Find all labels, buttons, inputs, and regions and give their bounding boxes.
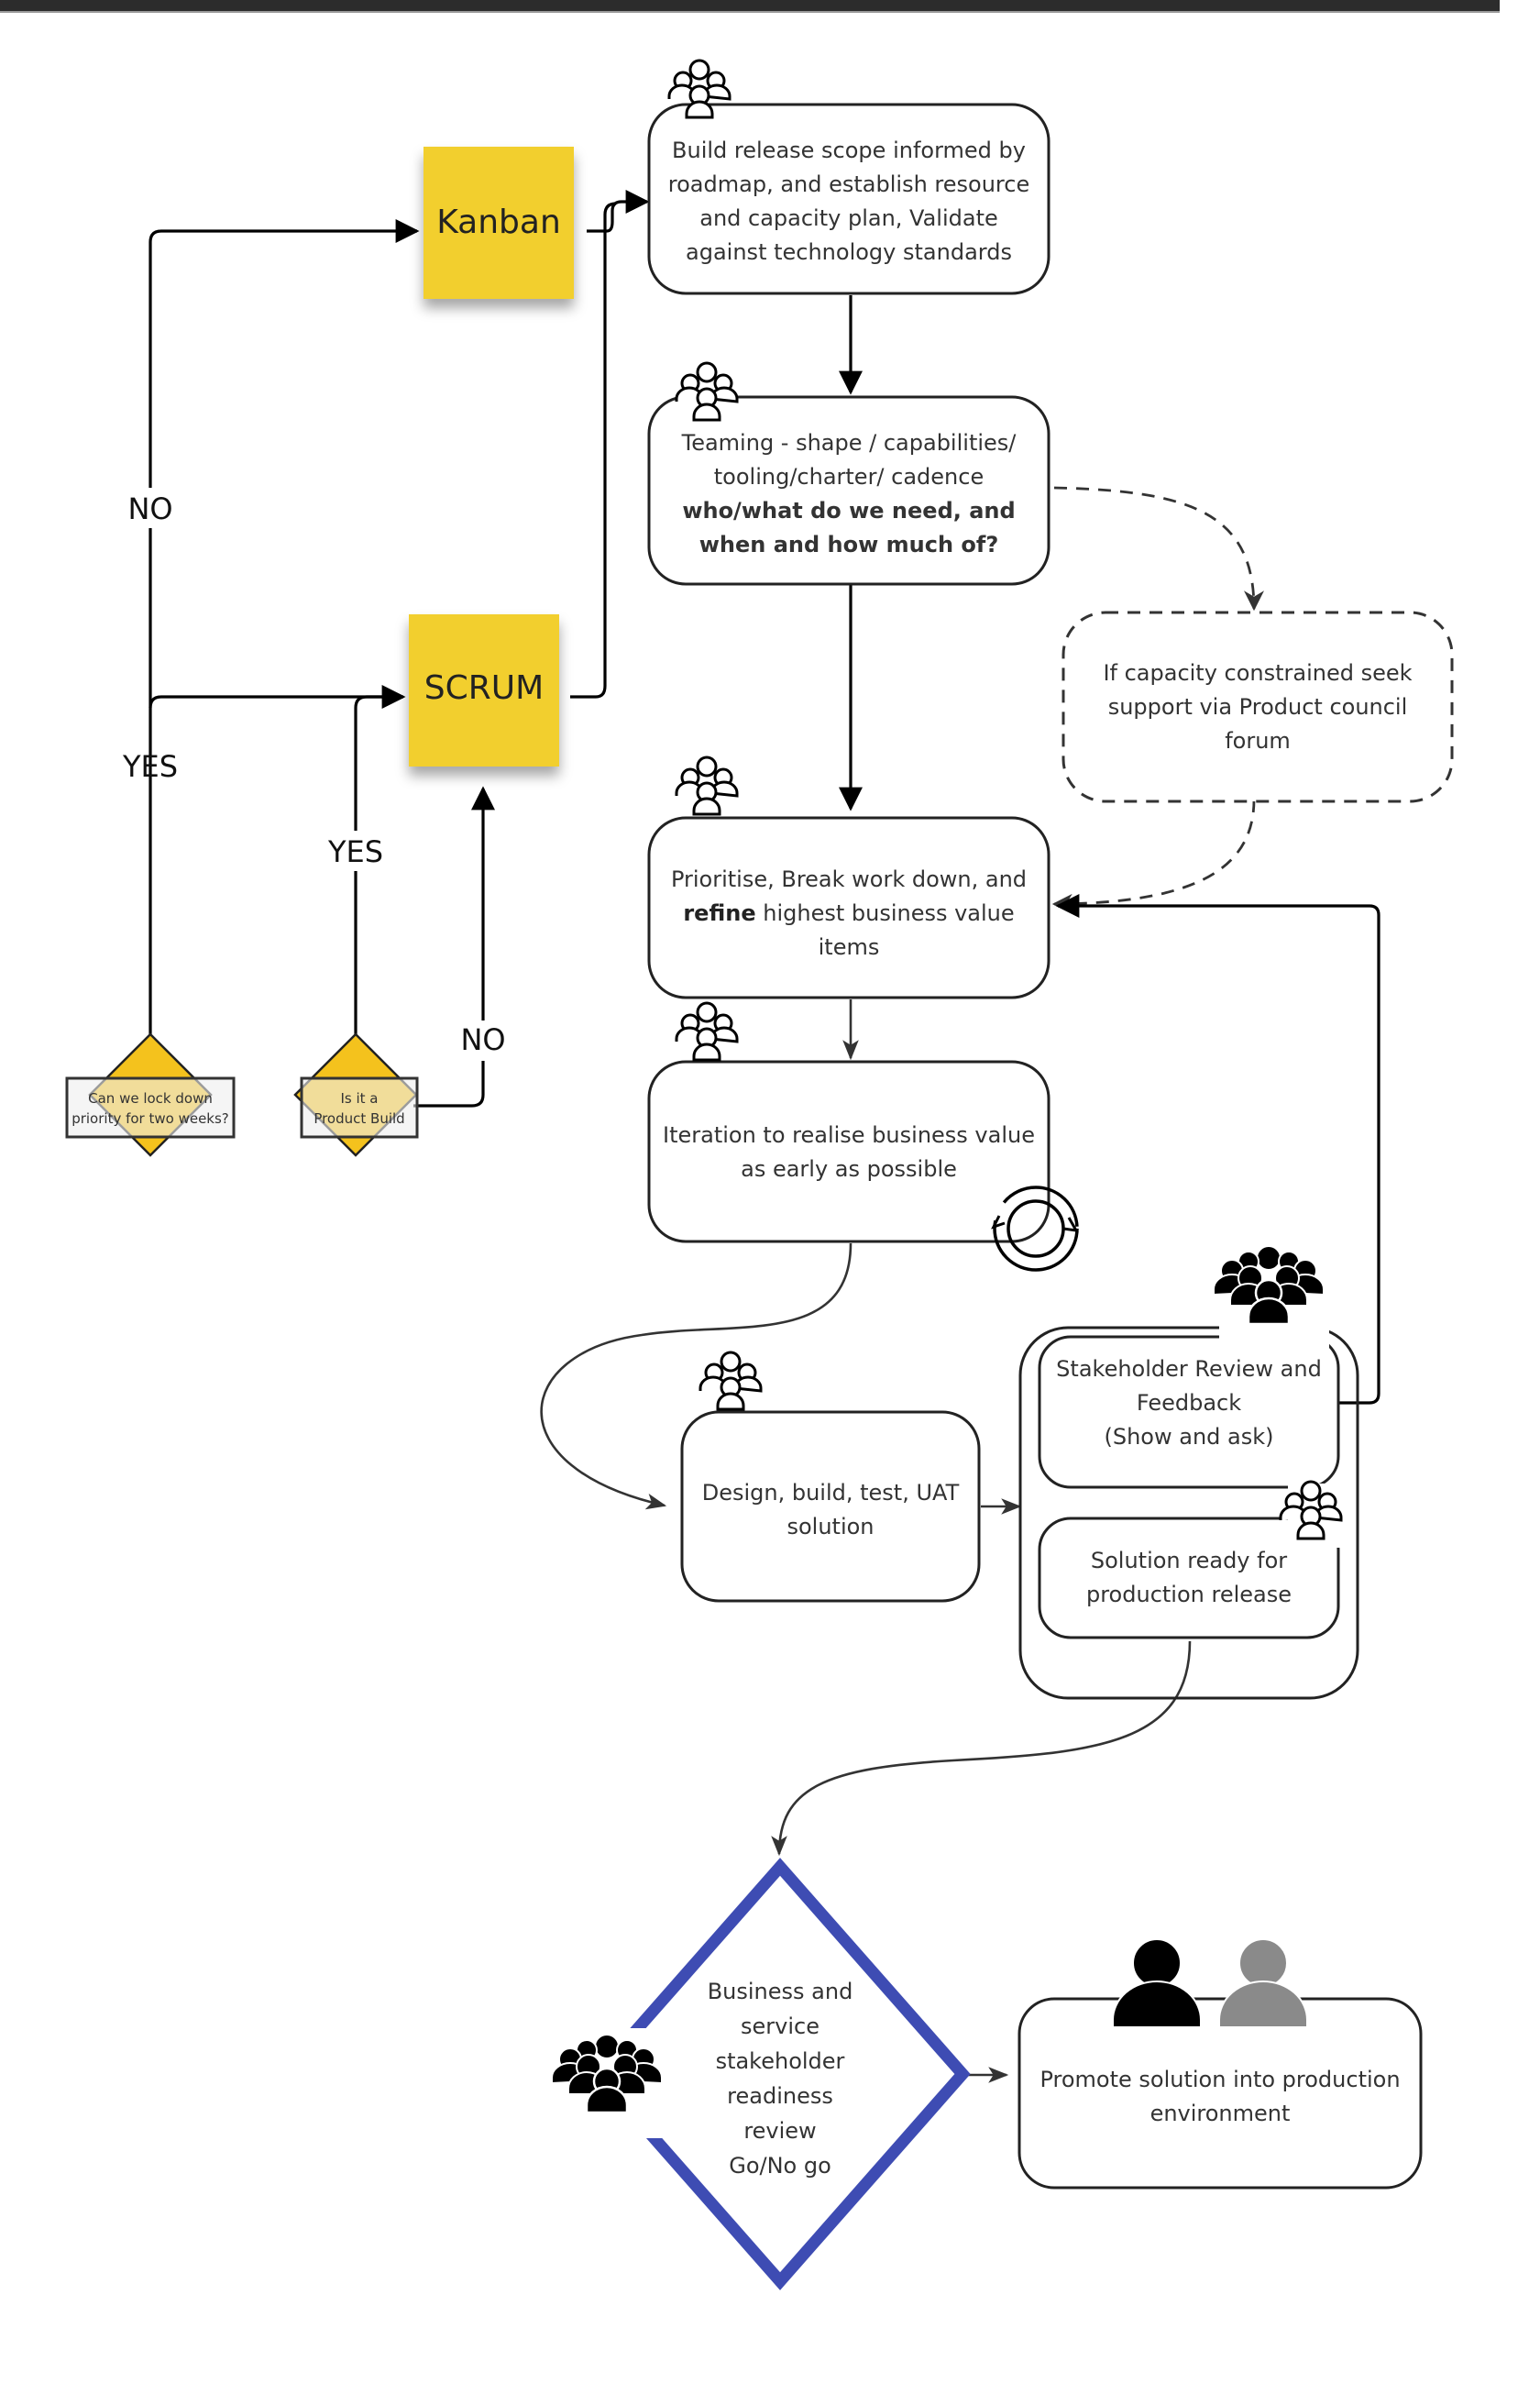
connector-ready-to-gate: [771, 1640, 1192, 1857]
decision-lock-priority-line1: Can we lock down: [88, 1090, 213, 1107]
capacity-line1: If capacity constrained seek: [1103, 660, 1412, 686]
sticky-kanban[interactable]: Kanban: [424, 147, 574, 299]
prioritise-line2: refine highest business value: [683, 900, 1014, 926]
decision-lock-priority[interactable]: Can we lock down priority for two weeks?: [65, 1032, 236, 1157]
gate-line6: Go/No go: [729, 2153, 831, 2179]
edge-label-no-kanban: NO: [127, 491, 172, 526]
edge-label-yes-product-build: YES: [327, 834, 383, 869]
step-capacity-constrained[interactable]: If capacity constrained seek support via…: [1062, 611, 1454, 803]
capacity-line3: forum: [1225, 728, 1291, 754]
solution-ready-line2: production release: [1086, 1582, 1292, 1607]
gate-line3: stakeholder: [716, 2048, 845, 2074]
step-design-build[interactable]: Design, build, test, UAT solution: [680, 1351, 981, 1603]
promote-line2: environment: [1150, 2101, 1291, 2126]
stakeholder-review-line2: Feedback: [1137, 1390, 1241, 1416]
teaming-line2: tooling/charter/ cadence: [714, 464, 984, 490]
flowchart-canvas: NO YES YES NO Kanban SCRUM Can we lock d…: [65, 59, 1454, 2290]
teaming-bold-line1: who/what do we need, and: [682, 498, 1015, 524]
gate-line2: service: [741, 2013, 820, 2039]
solution-ready-line1: Solution ready for: [1091, 1548, 1287, 1573]
release-scope-line1: Build release scope informed by: [672, 138, 1026, 163]
connector-capacity-to-prioritise: [1051, 799, 1256, 914]
sticky-scrum[interactable]: SCRUM: [409, 614, 559, 767]
capacity-line2: support via Product council: [1108, 694, 1408, 720]
team-outline-icon: [698, 1351, 763, 1411]
stakeholder-review-line1: Stakeholder Review and: [1056, 1356, 1322, 1382]
teaming-bold-line2: when and how much of?: [699, 532, 999, 557]
step-iteration[interactable]: Iteration to realise business value as e…: [647, 1001, 1079, 1272]
release-scope-line3: and capacity plan, Validate: [699, 205, 998, 231]
iteration-line2: as early as possible: [741, 1156, 957, 1182]
connector-yes-to-scrum: [148, 685, 406, 709]
design-build-line1: Design, build, test, UAT: [702, 1480, 960, 1506]
release-scope-line2: roadmap, and establish resource: [668, 171, 1029, 197]
gate-line4: readiness: [727, 2083, 833, 2109]
iteration-line1: Iteration to realise business value: [663, 1122, 1035, 1148]
decision-product-build-line2: Product Build: [314, 1110, 404, 1127]
step-solution-ready[interactable]: Solution ready for production release: [1038, 1480, 1343, 1639]
gate-line5: review: [743, 2118, 816, 2144]
release-scope-line4: against technology standards: [686, 239, 1012, 265]
connector-kanban-to-scope: [587, 190, 650, 233]
teaming-line1: Teaming - shape / capabilities/: [681, 430, 1018, 456]
promote-line1: Promote solution into production: [1040, 2067, 1400, 2092]
prioritise-line3: items: [819, 934, 880, 960]
stakeholder-review-line3: (Show and ask): [1104, 1424, 1273, 1450]
gate-line1: Business and: [708, 1979, 853, 2004]
decision-lock-priority-line2: priority for two weeks?: [72, 1110, 229, 1127]
edge-label-no-product-build: NO: [460, 1022, 505, 1057]
team-outline-icon: [675, 1001, 739, 1062]
step-stakeholder-review[interactable]: Stakeholder Review and Feedback (Show an…: [1038, 1244, 1340, 1489]
connector-no-to-kanban: [148, 219, 420, 1034]
decision-product-build[interactable]: Is it a Product Build: [293, 1032, 419, 1157]
sticky-kanban-label: Kanban: [436, 204, 561, 241]
decision-product-build-line1: Is it a: [340, 1090, 378, 1107]
step-teaming[interactable]: Teaming - shape / capabilities/ tooling/…: [647, 361, 1050, 586]
edge-label-yes-scrum: YES: [122, 749, 178, 784]
step-promote[interactable]: Promote solution into production environ…: [1018, 1938, 1423, 2190]
team-outline-icon: [675, 756, 739, 816]
connector-scrum-to-scope: [570, 202, 617, 699]
design-build-line2: solution: [786, 1514, 874, 1539]
sticky-scrum-label: SCRUM: [424, 669, 544, 707]
connector-teaming-to-capacity: [1053, 486, 1264, 612]
step-prioritise[interactable]: Prioritise, Break work down, and refine …: [647, 756, 1050, 999]
person-solid-icon: [1112, 1938, 1202, 2028]
step-release-scope[interactable]: Build release scope informed by roadmap,…: [647, 59, 1050, 295]
prioritise-line1: Prioritise, Break work down, and: [671, 866, 1027, 892]
person-gray-icon: [1218, 1938, 1308, 2028]
gate-readiness-review[interactable]: Business and service stakeholder readine…: [534, 1858, 971, 2290]
